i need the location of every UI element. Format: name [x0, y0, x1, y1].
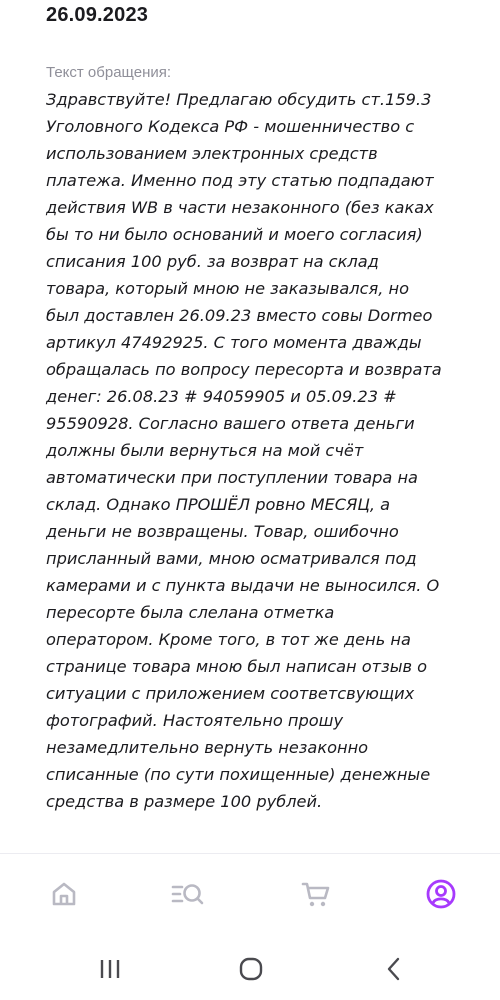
system-back-button[interactable]: [376, 951, 412, 987]
catalog-search-icon: [171, 884, 204, 905]
home-circle-icon: [239, 957, 263, 981]
system-navigation-bar: [0, 937, 500, 1000]
request-text-label: Текст обращения:: [46, 64, 172, 81]
profile-icon: [426, 879, 456, 909]
back-icon: [387, 957, 400, 981]
request-message-text: Здравствуйте! Предлагаю обсудить ст.159.…: [46, 90, 442, 811]
request-card: 26.09.2023 Текст обращения: Здравствуйте…: [0, 0, 500, 853]
request-date: 26.09.2023: [46, 4, 149, 26]
nav-cart-button[interactable]: [296, 874, 336, 914]
home-icon: [52, 882, 76, 906]
nav-home-button[interactable]: [44, 874, 84, 914]
nav-profile-button[interactable]: [421, 874, 461, 914]
system-home-button[interactable]: [233, 951, 269, 987]
system-recent-apps-button[interactable]: [92, 951, 128, 987]
bottom-navigation-bar: [0, 853, 500, 938]
nav-catalog-search-button[interactable]: [168, 874, 208, 914]
recent-apps-icon: [100, 960, 120, 978]
cart-icon: [301, 882, 330, 907]
